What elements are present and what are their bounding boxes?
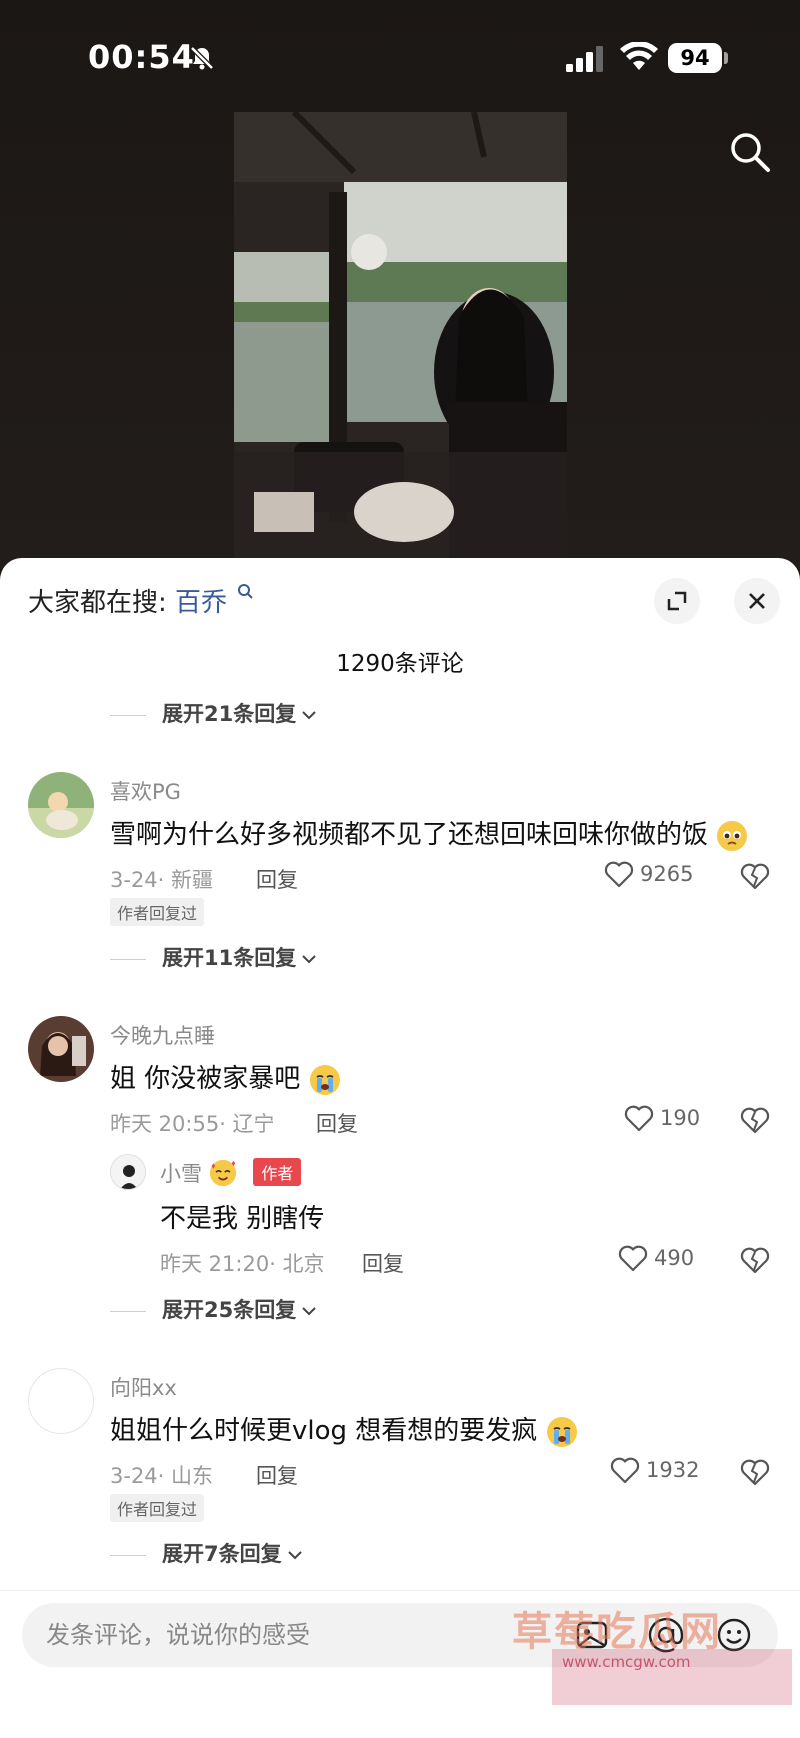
status-time: 00:54 (88, 38, 195, 76)
comment-username[interactable]: 向阳xx (110, 1372, 177, 1402)
author-replied-badge: 作者回复过 (110, 898, 205, 926)
comment-sheet: 大家都在搜: 百乔 1290条评论 展开21条回复 喜欢PG 雪啊为什么好多视频… (0, 558, 800, 1738)
battery-level: 94 (668, 43, 722, 73)
avatar[interactable] (28, 1368, 94, 1434)
crying-face-emoji-icon (309, 1064, 340, 1095)
divider-line (110, 1310, 146, 1312)
avatar-image (111, 1155, 145, 1189)
dislike-broken-heart-icon[interactable] (740, 1106, 770, 1134)
like-button[interactable]: 490 (618, 1244, 694, 1272)
comment-text: 姐姐什么时候更vlog 想看想的要发疯 (110, 1410, 578, 1448)
dislike-broken-heart-icon[interactable] (740, 862, 770, 890)
expand-replies-label: 展开11条回复 (162, 946, 297, 970)
comment-username[interactable]: 今晚九点睡 (110, 1020, 215, 1050)
comment-input-bar: 草莓吃瓜网 www.cmcgw.com (0, 1590, 800, 1738)
heart-icon (618, 1245, 648, 1272)
avatar[interactable] (28, 772, 94, 838)
search-suggestion[interactable]: 大家都在搜: 百乔 (28, 582, 254, 619)
chevron-down-icon (302, 955, 316, 964)
pleading-face-emoji-icon (717, 820, 748, 851)
heart-icon (604, 861, 634, 888)
crying-face-emoji-icon (546, 1416, 577, 1447)
close-button[interactable] (734, 578, 780, 624)
like-count: 190 (660, 1106, 701, 1130)
comment-body: 雪啊为什么好多视频都不见了还想回味回味你做的饭 (110, 820, 709, 850)
comment-count: 1290条评论 (336, 651, 464, 677)
fullscreen-button[interactable] (654, 578, 700, 624)
expand-replies-button[interactable]: 展开21条回复 (110, 698, 316, 728)
like-count: 490 (654, 1246, 695, 1270)
avatar-image (28, 1016, 94, 1082)
video-area[interactable]: 00:54 94 (0, 0, 800, 570)
like-count: 9265 (640, 862, 694, 886)
battery-tip (724, 52, 728, 64)
divider-line (110, 714, 146, 716)
smiling-hearts-emoji-icon (209, 1159, 236, 1187)
search-icon[interactable] (728, 130, 772, 174)
like-button[interactable]: 9265 (604, 860, 693, 888)
mini-search-icon (238, 584, 254, 599)
heart-icon (610, 1457, 640, 1484)
reply-text: 不是我 别瞎传 (160, 1204, 325, 1234)
divider-line (110, 1554, 146, 1556)
like-count: 1932 (646, 1458, 700, 1482)
chevron-down-icon (302, 711, 316, 720)
like-button[interactable]: 1932 (610, 1456, 699, 1484)
author-tag: 作者 (253, 1158, 302, 1186)
close-icon (749, 593, 765, 609)
author-avatar[interactable] (110, 1154, 146, 1190)
avatar-image (28, 772, 94, 838)
comment-body: 姐 你没被家暴吧 (110, 1064, 301, 1094)
video-frame[interactable] (234, 112, 567, 558)
watermark-url: www.cmcgw.com (552, 1649, 792, 1705)
bell-muted-icon (190, 46, 214, 70)
reply-button[interactable]: 回复 (316, 1108, 358, 1138)
reply-button[interactable]: 回复 (256, 864, 298, 894)
author-replied-badge: 作者回复过 (110, 1494, 205, 1522)
expand-replies-label: 展开21条回复 (162, 702, 297, 726)
like-button[interactable]: 190 (624, 1104, 700, 1132)
chevron-down-icon (302, 1307, 316, 1316)
search-suggestion-keyword[interactable]: 百乔 (175, 588, 227, 618)
comment-meta: 昨天 20:55· 辽宁 (110, 1112, 275, 1136)
video-scene-illustration (234, 112, 567, 558)
wifi-icon (620, 42, 658, 70)
status-bar: 00:54 94 (0, 30, 800, 90)
reply-button[interactable]: 回复 (256, 1460, 298, 1490)
expand-replies-label: 展开7条回复 (162, 1542, 282, 1566)
dislike-broken-heart-icon[interactable] (740, 1458, 770, 1486)
reply-username[interactable]: 小雪 作者 (160, 1158, 302, 1188)
reply-button[interactable]: 回复 (362, 1248, 404, 1278)
expand-replies-button[interactable]: 展开11条回复 (110, 942, 316, 972)
comment-text: 姐 你没被家暴吧 (110, 1058, 341, 1096)
comment-meta: 3-24· 新疆 (110, 868, 214, 892)
reply-username-text: 小雪 (160, 1162, 202, 1186)
expand-replies-button[interactable]: 展开7条回复 (110, 1538, 302, 1568)
cellular-signal-icon (566, 46, 603, 72)
expand-replies-button[interactable]: 展开25条回复 (110, 1294, 316, 1324)
comment-body: 姐姐什么时候更vlog 想看想的要发疯 (110, 1416, 538, 1446)
expand-icon (667, 591, 687, 611)
heart-icon (624, 1105, 654, 1132)
divider-line (110, 958, 146, 960)
chevron-down-icon (287, 1551, 302, 1560)
comment-meta: 3-24· 山东 (110, 1464, 214, 1488)
comment-username[interactable]: 喜欢PG (110, 776, 181, 806)
expand-replies-label: 展开25条回复 (162, 1298, 297, 1322)
search-suggestion-prefix: 大家都在搜: (28, 588, 167, 618)
comment-text: 雪啊为什么好多视频都不见了还想回味回味你做的饭 (110, 814, 748, 852)
reply-meta: 昨天 21:20· 北京 (160, 1252, 325, 1276)
dislike-broken-heart-icon[interactable] (740, 1246, 770, 1274)
avatar[interactable] (28, 1016, 94, 1082)
